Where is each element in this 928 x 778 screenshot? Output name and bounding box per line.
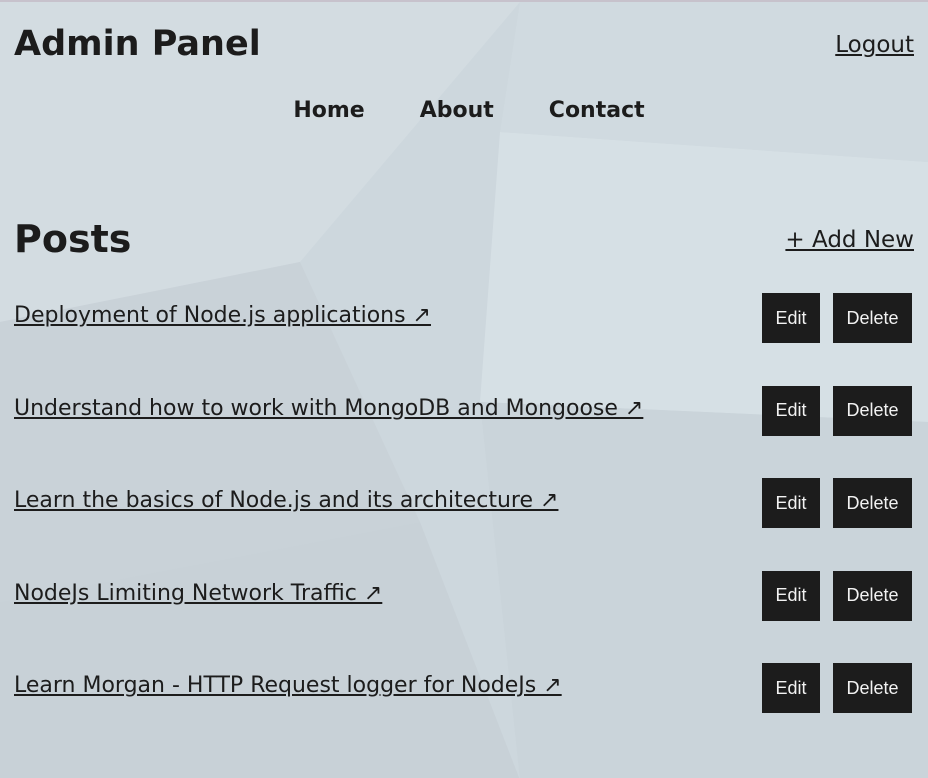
post-link[interactable]: Learn Morgan - HTTP Request logger for N…: [14, 673, 562, 699]
post-actions: Edit Delete: [762, 385, 912, 436]
post-actions: Edit Delete: [762, 478, 912, 528]
post-link[interactable]: Understand how to work with MongoDB and …: [14, 396, 643, 422]
edit-button[interactable]: Edit: [762, 385, 820, 436]
site-header: Admin Panel Logout: [14, 2, 914, 80]
delete-button[interactable]: Delete: [833, 570, 912, 621]
delete-button[interactable]: Delete: [833, 293, 912, 343]
list-item: Learn Morgan - HTTP Request logger for N…: [14, 663, 914, 766]
edit-button[interactable]: Edit: [762, 570, 820, 621]
post-actions: Edit Delete: [762, 293, 912, 343]
edit-button[interactable]: Edit: [762, 293, 820, 343]
list-item: Understand how to work with MongoDB and …: [14, 385, 914, 489]
main-nav: Home About Contact: [14, 98, 914, 123]
nav-contact[interactable]: Contact: [549, 98, 645, 123]
add-new-link[interactable]: + Add New: [785, 227, 914, 253]
post-link[interactable]: Deployment of Node.js applications ↗: [14, 303, 431, 329]
list-item: NodeJs Limiting Network Traffic ↗ Edit D…: [14, 570, 914, 674]
delete-button[interactable]: Delete: [833, 663, 912, 713]
site-title: Admin Panel: [14, 24, 261, 64]
post-link[interactable]: NodeJs Limiting Network Traffic ↗: [14, 581, 382, 607]
list-item: Deployment of Node.js applications ↗ Edi…: [14, 293, 914, 396]
post-actions: Edit Delete: [762, 663, 912, 713]
edit-button[interactable]: Edit: [762, 478, 820, 528]
post-list: Deployment of Node.js applications ↗ Edi…: [14, 293, 914, 766]
nav-about[interactable]: About: [420, 98, 494, 123]
list-item: Learn the basics of Node.js and its arch…: [14, 478, 914, 581]
edit-button[interactable]: Edit: [762, 663, 820, 713]
post-link[interactable]: Learn the basics of Node.js and its arch…: [14, 488, 558, 514]
nav-home[interactable]: Home: [293, 98, 364, 123]
delete-button[interactable]: Delete: [833, 385, 912, 436]
logout-link[interactable]: Logout: [835, 32, 914, 58]
posts-header: Posts + Add New: [14, 217, 914, 261]
page: Admin Panel Logout Home About Contact Po…: [0, 2, 928, 766]
post-actions: Edit Delete: [762, 570, 912, 621]
posts-heading: Posts: [14, 217, 132, 261]
delete-button[interactable]: Delete: [833, 478, 912, 528]
